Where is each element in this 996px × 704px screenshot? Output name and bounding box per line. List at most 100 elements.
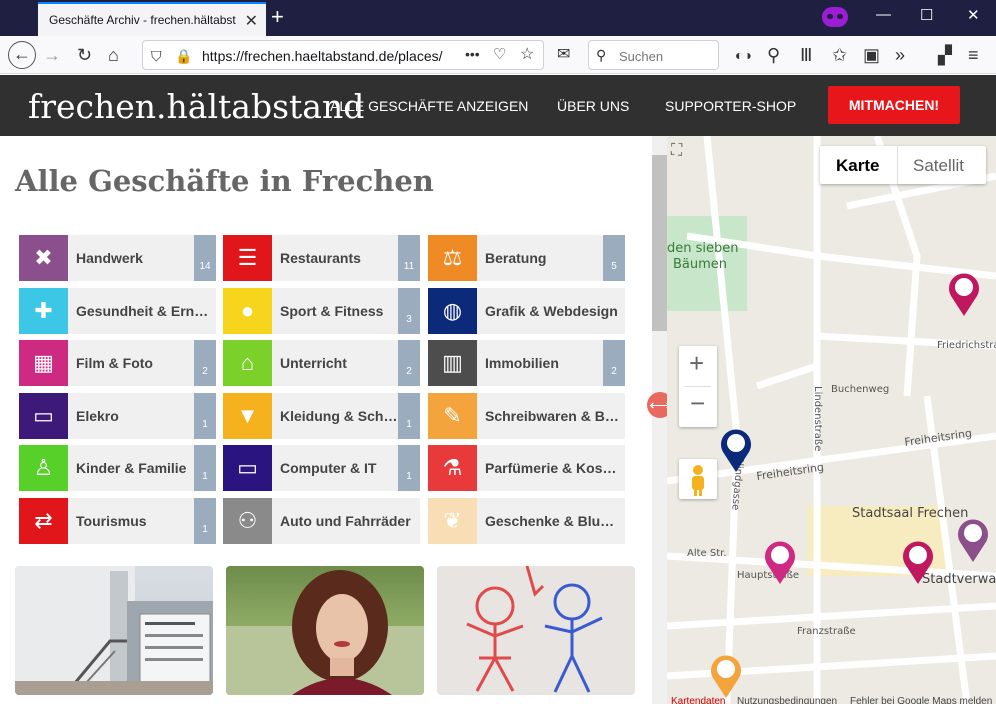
category-tile[interactable]: ▭ Computer & IT 1 bbox=[223, 445, 420, 491]
category-label: Geschenke & Blumen bbox=[485, 513, 625, 529]
private-browsing-icon bbox=[822, 7, 848, 27]
map-marker-globe-icon[interactable] bbox=[719, 426, 753, 477]
category-tile[interactable]: ✖ Handwerk 14 bbox=[19, 235, 216, 281]
category-tile[interactable]: ◍ Grafik & Webdesign bbox=[428, 288, 625, 334]
home-icon[interactable]: ⌂ bbox=[108, 44, 119, 66]
zoom-in-icon[interactable]: + bbox=[689, 348, 704, 379]
category-count-badge: 1 bbox=[398, 393, 420, 439]
category-tile[interactable]: ♙ Kinder & Familie 1 bbox=[19, 445, 216, 491]
globe-icon: ◍ bbox=[428, 288, 477, 334]
category-tile[interactable]: ⇄ Tourismus 1 bbox=[19, 498, 216, 544]
zoom-icon[interactable]: ⚲ bbox=[767, 44, 780, 66]
map-marker-tools-icon[interactable] bbox=[956, 516, 990, 567]
category-tile[interactable]: ▭ Elekro 1 bbox=[19, 393, 216, 439]
monitor-icon: ▭ bbox=[19, 393, 68, 439]
close-icon[interactable]: ✕ bbox=[245, 11, 258, 31]
url-bar[interactable]: ⛉ 🔒 https://frechen.haeltabstand.de/plac… bbox=[142, 40, 544, 70]
photo-drawing[interactable] bbox=[437, 566, 635, 695]
category-tile[interactable]: ✎ Schreibwaren & Büro bbox=[428, 393, 625, 439]
map-label: Alte Str. bbox=[687, 548, 727, 559]
category-tile[interactable]: ⌂ Unterricht 2 bbox=[223, 340, 420, 386]
lock-icon[interactable]: 🔒 bbox=[175, 45, 192, 67]
map-marker-restaurant-icon[interactable] bbox=[947, 270, 981, 321]
map-marker-restaurant-icon[interactable] bbox=[901, 538, 935, 589]
more-icon[interactable]: ••• bbox=[465, 43, 480, 65]
drawing-illustration bbox=[466, 566, 603, 693]
category-tile[interactable]: ❦ Geschenke & Blumen bbox=[428, 498, 625, 544]
mitmachen-button[interactable]: MITMACHEN! bbox=[828, 86, 960, 124]
pegman-icon[interactable] bbox=[679, 459, 717, 499]
bookmark-icon[interactable]: ✩ bbox=[832, 44, 847, 66]
map-footer-report[interactable]: Fehler bei Google Maps melden bbox=[850, 696, 992, 704]
forward-icon[interactable]: → bbox=[43, 44, 61, 66]
menu-icon[interactable]: ≡ bbox=[968, 44, 979, 66]
category-label: Kinder & Familie bbox=[76, 460, 187, 476]
office-icon: ▥ bbox=[428, 340, 477, 386]
sidebar-icon[interactable]: ▣ bbox=[863, 44, 880, 66]
scrollbar-thumb[interactable] bbox=[652, 155, 667, 331]
reload-icon[interactable]: ↻ bbox=[77, 44, 92, 66]
map-tab-karte[interactable]: Karte bbox=[836, 156, 879, 176]
pocket-icon[interactable]: ♡ bbox=[493, 44, 506, 66]
site-logo[interactable]: frechen.hältabstand bbox=[28, 87, 364, 126]
shield-icon[interactable]: ⛉ bbox=[151, 45, 162, 67]
map-tab-satellit[interactable]: Satellit bbox=[913, 156, 964, 176]
bookmark-star-icon[interactable]: ☆ bbox=[520, 44, 534, 66]
category-count-badge: 11 bbox=[398, 235, 420, 281]
menu-item-ueber-uns[interactable]: ÜBER UNS bbox=[557, 98, 629, 114]
category-count-badge: 2 bbox=[603, 340, 625, 386]
category-count-badge: 14 bbox=[194, 235, 216, 281]
pencil-icon: ✎ bbox=[428, 393, 477, 439]
map-label: Lindenstraße bbox=[812, 386, 823, 451]
burger-icon: ☰ bbox=[223, 235, 272, 281]
category-label: Tourismus bbox=[76, 513, 147, 529]
maximize-icon[interactable]: ☐ bbox=[920, 6, 933, 24]
photo-portrait[interactable] bbox=[226, 566, 424, 695]
category-label: Gesundheit & Ernäh... bbox=[76, 303, 216, 319]
search-input[interactable]: ⚲ Suchen bbox=[588, 40, 719, 70]
menu-item-alle-geschaefte[interactable]: ALLE GESCHÄFTE ANZEIGEN bbox=[330, 98, 528, 114]
category-count-badge: 1 bbox=[398, 445, 420, 491]
category-count-badge: 3 bbox=[398, 288, 420, 334]
map-footer-terms[interactable]: Nutzungsbedingungen bbox=[737, 696, 837, 704]
menu-item-supporter-shop[interactable]: SUPPORTER-SHOP bbox=[665, 98, 796, 114]
map-label: den sieben bbox=[667, 241, 739, 256]
category-tile[interactable]: ⚗ Parfümerie & Kosme... bbox=[428, 445, 625, 491]
map-type-control: Karte Satellit bbox=[820, 146, 986, 184]
minimize-icon[interactable]: — bbox=[876, 6, 891, 23]
new-tab-icon[interactable]: + bbox=[271, 5, 284, 29]
browser-tab[interactable]: Geschäfte Archiv - frechen.hältabst ✕ bbox=[38, 2, 266, 36]
fullscreen-icon[interactable]: ⛶ bbox=[671, 142, 682, 160]
extensions-icon[interactable]: ▞ bbox=[938, 44, 952, 66]
library-icon[interactable]: Ⅲ bbox=[800, 44, 812, 66]
search-placeholder: Suchen bbox=[619, 49, 664, 64]
window-close-icon[interactable]: ✕ bbox=[967, 6, 980, 24]
bicycle-icon: ⚇ bbox=[223, 498, 272, 544]
category-tile[interactable]: ⚇ Auto und Fahrräder bbox=[223, 498, 420, 544]
mask-icon[interactable]: ◐◑ bbox=[735, 44, 752, 66]
building-icon: ⌂ bbox=[223, 340, 272, 386]
zoom-out-icon[interactable]: − bbox=[690, 388, 705, 419]
category-label: Beratung bbox=[485, 250, 547, 266]
category-tile[interactable]: ▼ Kleidung & Schuhe 1 bbox=[223, 393, 420, 439]
tools-icon: ✖ bbox=[19, 235, 68, 281]
mail-icon[interactable]: ✉ bbox=[557, 44, 570, 66]
photo-building[interactable] bbox=[15, 566, 213, 695]
map-label: Bäumen bbox=[673, 257, 727, 272]
map-marker-camera-icon[interactable] bbox=[763, 538, 797, 589]
leaf-icon: ❦ bbox=[428, 498, 477, 544]
category-tile[interactable]: ▥ Immobilien 2 bbox=[428, 340, 625, 386]
map-footer-data[interactable]: Kartendaten bbox=[671, 696, 726, 704]
category-label: Sport & Fitness bbox=[280, 303, 384, 319]
category-tile[interactable]: ⚖ Beratung 5 bbox=[428, 235, 625, 281]
url-text[interactable]: https://frechen.haeltabstand.de/places/ bbox=[202, 48, 443, 64]
category-tile[interactable]: ✚ Gesundheit & Ernäh... bbox=[19, 288, 216, 334]
overflow-icon[interactable]: » bbox=[895, 44, 905, 66]
ball-icon: ● bbox=[223, 288, 272, 334]
category-tile[interactable]: ● Sport & Fitness 3 bbox=[223, 288, 420, 334]
category-tile[interactable]: ▦ Film & Foto 2 bbox=[19, 340, 216, 386]
search-icon: ⚲ bbox=[596, 47, 607, 63]
category-tile[interactable]: ☰ Restaurants 11 bbox=[223, 235, 420, 281]
back-icon[interactable]: ← bbox=[8, 41, 36, 69]
map-panel[interactable]: den sieben Bäumen Stadtsaal Frechen Stad… bbox=[667, 136, 996, 704]
